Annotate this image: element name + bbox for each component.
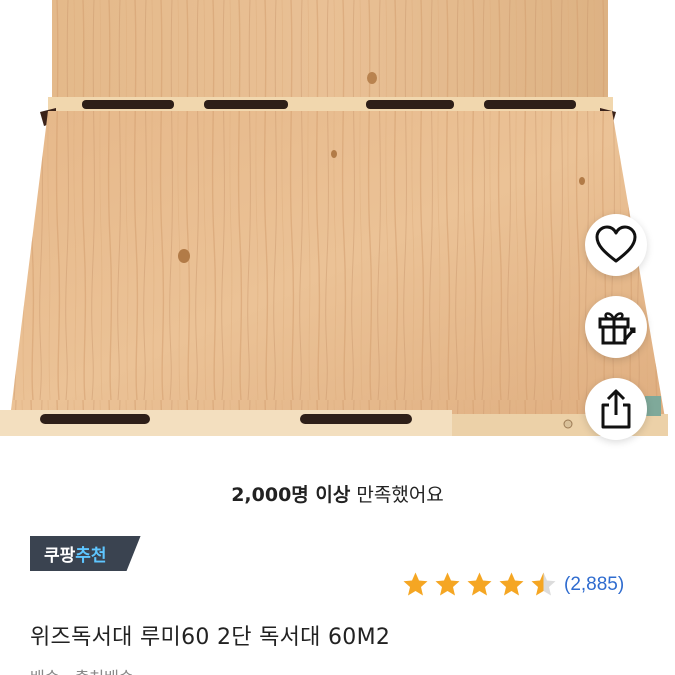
star-icon: [467, 572, 492, 596]
product-image[interactable]: [0, 0, 675, 462]
bookstand-photo: [0, 0, 668, 436]
share-button[interactable]: [585, 378, 647, 440]
coupang-recommend-badge: 쿠팡 추천: [30, 536, 141, 571]
badge-part1: 쿠팡: [44, 546, 76, 566]
gift-icon: [598, 312, 636, 345]
badge-part2: 추천: [75, 546, 107, 566]
star-icon: [403, 572, 428, 596]
satisfaction-count: 2,000명 이상: [231, 484, 351, 506]
review-count[interactable]: (2,885): [564, 574, 624, 596]
star-icon: [531, 572, 556, 596]
heart-icon: [595, 225, 637, 263]
product-title: 위즈독서대 루미60 2단 독서대 60M2: [30, 625, 391, 650]
rating-stars: [402, 571, 562, 598]
gift-button[interactable]: [585, 296, 647, 358]
rating[interactable]: (2,885): [402, 571, 624, 598]
delivery-info: 배송 · 출처배송: [30, 664, 134, 675]
satisfaction-suffix: 만족했어요: [350, 484, 444, 506]
like-button[interactable]: [585, 214, 647, 276]
share-icon: [601, 389, 631, 429]
star-icon: [435, 572, 460, 596]
satisfaction-summary: 2,000명 이상 만족했어요: [0, 480, 675, 507]
star-icon: [499, 572, 524, 596]
